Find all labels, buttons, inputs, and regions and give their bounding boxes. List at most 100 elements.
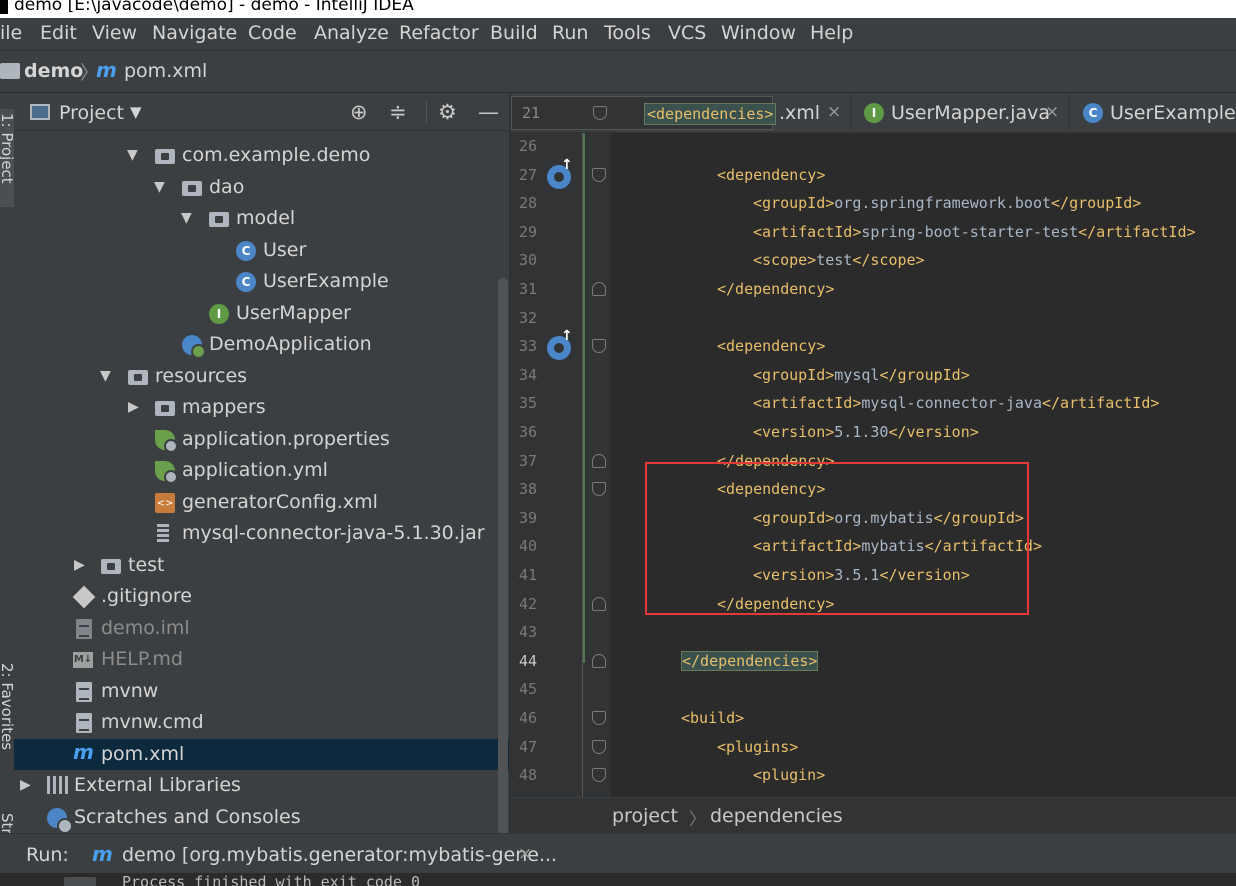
xml-value: org.springframework.boot (834, 194, 1052, 213)
collapse-arrow-icon[interactable]: ▶ (128, 399, 139, 415)
code-line[interactable]: 29 <artifactId>spring-boot-starter-test</… (511, 219, 1236, 248)
menu-file[interactable]: ile (0, 22, 22, 44)
menu-help[interactable]: Help (810, 22, 853, 44)
tree-item-generatorconfig-xml[interactable]: <> generatorConfig.xml (14, 487, 509, 518)
fold-marker-icon[interactable] (592, 711, 606, 725)
fold-marker-icon[interactable] (592, 596, 606, 611)
tree-item-usermapper[interactable]: I UserMapper (14, 298, 509, 329)
fold-marker-icon[interactable] (592, 768, 606, 783)
xml-tag: </artifactId> (1042, 394, 1160, 413)
fold-marker-icon[interactable] (592, 282, 606, 296)
tree-item-mysql-connector-jar[interactable]: mysql-connector-java-5.1.30.jar (14, 518, 509, 549)
tree-item-application-properties[interactable]: application.properties (14, 424, 509, 455)
expand-arrow-icon[interactable]: ▼ (154, 179, 165, 195)
tree-item-demo-iml[interactable]: demo.iml (14, 613, 509, 644)
tree-item-scratches[interactable]: Scratches and Consoles (14, 802, 509, 834)
menu-code[interactable]: Code (248, 22, 297, 44)
code-line[interactable]: 35 <artifactId>mysql-connector-java</arti… (511, 390, 1236, 419)
breadcrumb-dependencies[interactable]: dependencies (710, 805, 843, 827)
nav-file-name[interactable]: pom.xml (124, 60, 207, 82)
project-panel-title[interactable]: Project (59, 102, 124, 124)
tree-item-com-example-demo[interactable]: ▼ com.example.demo (14, 140, 509, 171)
view-dropdown-icon[interactable]: ▼ (130, 103, 142, 121)
collapse-arrow-icon[interactable]: ▶ (74, 557, 85, 573)
tab-usermapper-java[interactable]: I UserMapper.java × (851, 93, 1070, 132)
code-line[interactable]: 44 </dependencies> (511, 648, 1236, 677)
menu-tools[interactable]: Tools (604, 22, 651, 44)
fold-marker-icon[interactable] (592, 482, 606, 497)
fold-marker-icon[interactable] (592, 453, 606, 468)
menu-build[interactable]: Build (490, 22, 538, 44)
breadcrumb-project[interactable]: project (612, 805, 678, 827)
tree-item-external-libraries[interactable]: ▶ External Libraries (14, 770, 509, 801)
menu-refactor[interactable]: Refactor (399, 22, 479, 44)
menu-navigate[interactable]: Navigate (152, 22, 237, 44)
xml-tag: </groupId> (1051, 194, 1142, 213)
xml-tag: <plugin> (753, 766, 826, 785)
tree-item-test[interactable]: ▶ test (14, 550, 509, 581)
code-line[interactable]: 46 <build> (511, 705, 1236, 734)
tree-item-demoapplication[interactable]: DemoApplication (14, 329, 509, 360)
fold-marker-icon[interactable] (592, 739, 606, 754)
menu-run[interactable]: Run (552, 22, 588, 44)
code-line[interactable]: 32 (511, 305, 1236, 334)
markdown-icon: M↓ (73, 652, 93, 668)
code-line[interactable]: 48 <plugin> (511, 762, 1236, 791)
scratches-icon (47, 807, 73, 834)
fold-marker-icon[interactable] (592, 339, 606, 354)
code-line[interactable]: 33 <dependency> (511, 328, 1236, 362)
hide-panel-icon[interactable]: — (478, 100, 499, 124)
tree-item-user[interactable]: C User (14, 235, 509, 266)
nav-project-name[interactable]: demo (24, 60, 83, 82)
menu-edit[interactable]: Edit (40, 22, 77, 44)
locate-file-icon[interactable]: ⊕ (350, 100, 368, 124)
tree-item-gitignore[interactable]: .gitignore (14, 581, 509, 612)
sticky-line-header[interactable]: 21 <dependencies> (511, 96, 777, 130)
code-line[interactable]: 36 <version>5.1.30</version> (511, 419, 1236, 448)
close-tab-icon[interactable]: × (1045, 102, 1059, 122)
menu-view[interactable]: View (92, 22, 137, 44)
code-line[interactable]: 30 <scope>test</scope> (511, 247, 1236, 276)
tree-item-model[interactable]: ▼ model (14, 203, 509, 234)
code-line[interactable]: 34 <groupId>mysql</groupId> (511, 362, 1236, 391)
tree-item-mappers[interactable]: ▶ mappers (14, 392, 509, 423)
project-panel-header: Project ▼ ⊕ ≑ ⚙ — (14, 93, 509, 131)
tree-item-application-yml[interactable]: application.yml (14, 455, 509, 486)
expand-arrow-icon[interactable]: ▼ (181, 210, 192, 226)
code-line[interactable]: 26 (511, 133, 1236, 162)
tree-item-mvnw[interactable]: mvnw (14, 676, 509, 707)
run-tab-label[interactable]: demo [org.mybatis.generator:mybatis-gene… (122, 844, 557, 866)
close-tab-icon[interactable]: × (827, 102, 841, 122)
tree-item-help-md[interactable]: M↓ HELP.md (14, 644, 509, 675)
overridden-dependency-icon[interactable] (547, 157, 573, 189)
overridden-dependency-icon[interactable] (547, 328, 573, 361)
code-line[interactable]: 31 </dependency> (511, 276, 1236, 305)
code-line[interactable]: 45 (511, 676, 1236, 705)
fold-marker-icon[interactable] (592, 653, 606, 668)
line-number: 31 (519, 280, 538, 298)
close-run-tab-icon[interactable]: × (518, 844, 532, 864)
rerun-button[interactable] (64, 877, 96, 886)
menu-vcs[interactable]: VCS (668, 22, 706, 44)
collapse-all-icon[interactable]: ≑ (389, 100, 407, 124)
fold-marker-icon[interactable] (592, 167, 606, 182)
tree-item-mvnw-cmd[interactable]: mvnw.cmd (14, 707, 509, 738)
menu-window[interactable]: Window (721, 22, 796, 44)
settings-gear-icon[interactable]: ⚙ (438, 100, 457, 124)
expand-arrow-icon[interactable]: ▼ (127, 147, 138, 163)
tab-userexample-java[interactable]: C UserExample.ja (1070, 93, 1236, 132)
menu-analyze[interactable]: Analyze (314, 22, 389, 44)
class-icon: C (236, 272, 256, 292)
code-line[interactable]: 28 <groupId>org.springframework.boot</gro… (511, 190, 1236, 219)
code-line[interactable]: 43 (511, 619, 1236, 648)
tree-item-userexample[interactable]: C UserExample (14, 266, 509, 297)
tree-item-dao[interactable]: ▼ dao (14, 172, 509, 203)
fold-marker-icon[interactable] (593, 106, 607, 120)
code-line[interactable]: 47 <plugins> (511, 734, 1236, 763)
tree-item-resources[interactable]: ▼ resources (14, 361, 509, 392)
expand-arrow-icon[interactable]: ▼ (100, 368, 111, 384)
code-line[interactable]: 27 <dependency> (511, 157, 1236, 191)
tree-scrollbar[interactable] (498, 278, 508, 838)
collapse-arrow-icon[interactable]: ▶ (20, 777, 31, 793)
tree-item-pom-xml[interactable]: m pom.xml (14, 738, 509, 770)
